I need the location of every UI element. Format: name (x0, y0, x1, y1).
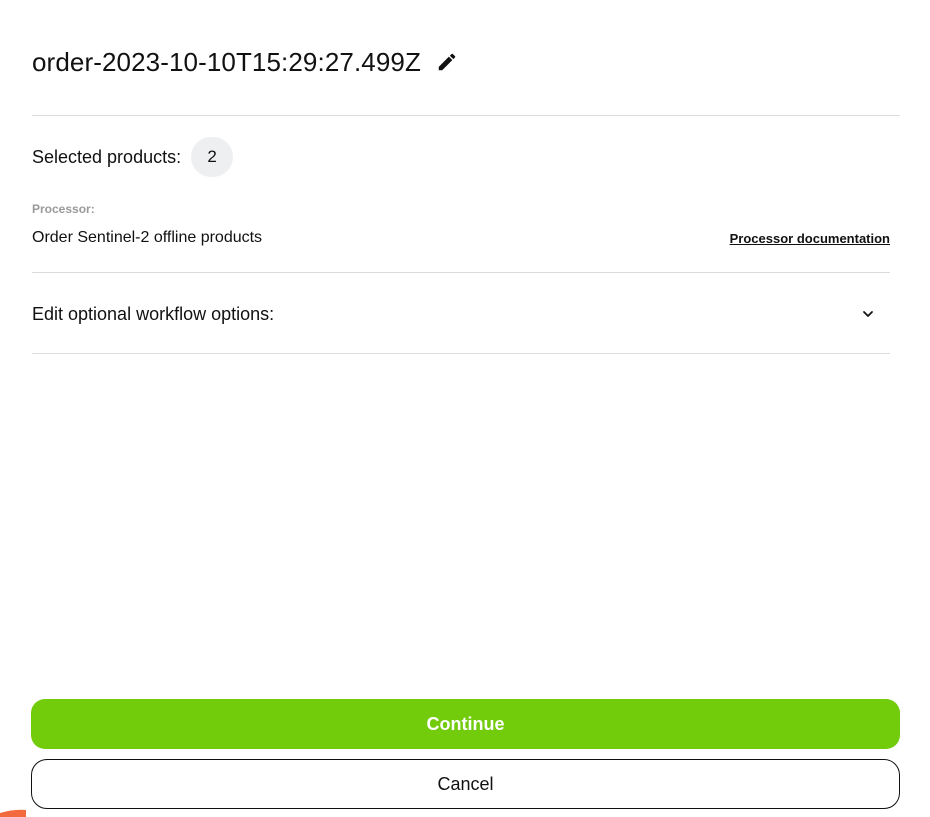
continue-button[interactable]: Continue (31, 699, 900, 749)
workflow-divider (32, 353, 890, 354)
title-divider (32, 115, 900, 116)
workflow-options-toggle[interactable]: Edit optional workflow options: (32, 295, 890, 333)
selected-products-label: Selected products: (32, 146, 182, 167)
processor-caption: Processor: (32, 202, 95, 216)
selected-products-row: Selected products: 2 (32, 137, 234, 177)
processor-divider (32, 272, 890, 273)
workflow-options-label: Edit optional workflow options: (32, 303, 275, 324)
cancel-button[interactable]: Cancel (31, 759, 900, 809)
chevron-down-icon[interactable] (858, 304, 878, 324)
processor-name: Order Sentinel-2 offline products (32, 229, 263, 246)
selected-count-badge: 2 (191, 137, 234, 177)
order-title-row: order-2023-10-10T15:29:27.499Z (32, 40, 459, 84)
pencil-icon[interactable] (435, 50, 459, 74)
order-title: order-2023-10-10T15:29:27.499Z (32, 46, 421, 77)
corner-accent-shape (0, 809, 26, 817)
processor-documentation-link[interactable]: Processor documentation (730, 231, 890, 246)
